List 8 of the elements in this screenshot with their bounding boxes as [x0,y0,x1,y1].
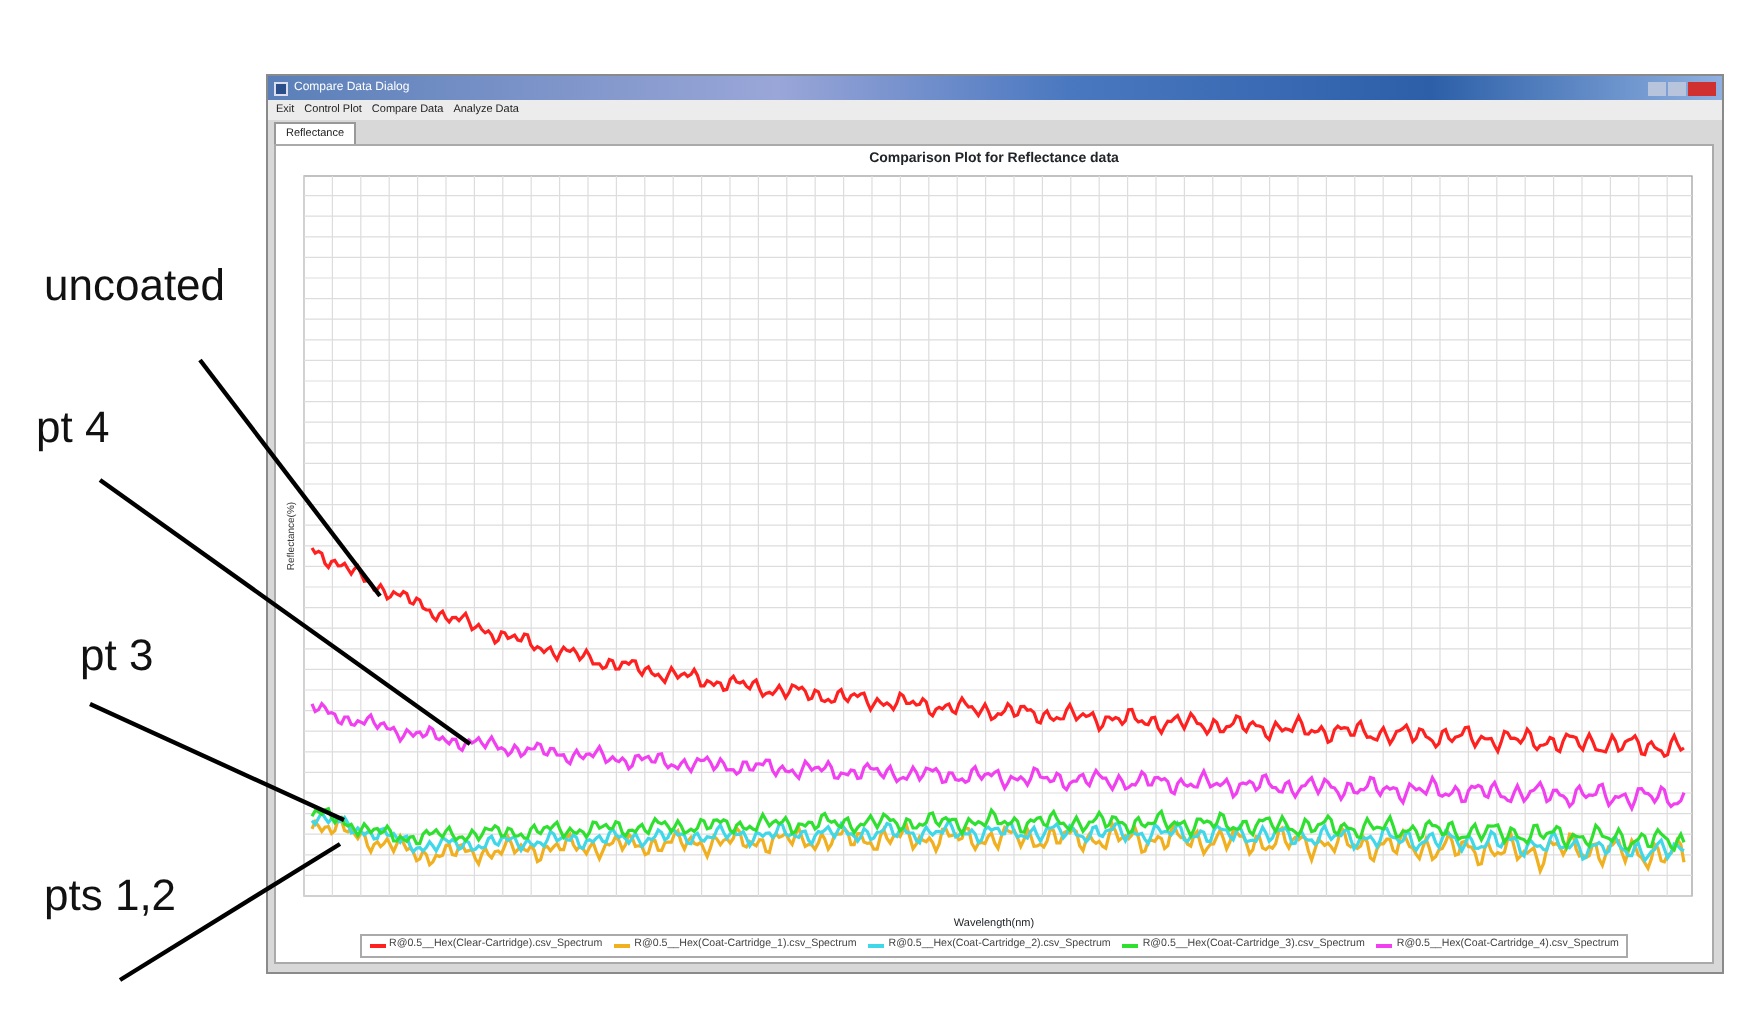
app-icon [274,81,288,95]
annotation-label: pts 1,2 [44,874,177,918]
annotation-label: pt 4 [36,406,110,450]
maximize-button[interactable] [1668,81,1686,95]
annotation-label: pt 3 [80,634,154,678]
minimize-button[interactable] [1648,81,1666,95]
annotation-label: uncoated [44,264,226,308]
close-button[interactable] [1688,81,1716,95]
